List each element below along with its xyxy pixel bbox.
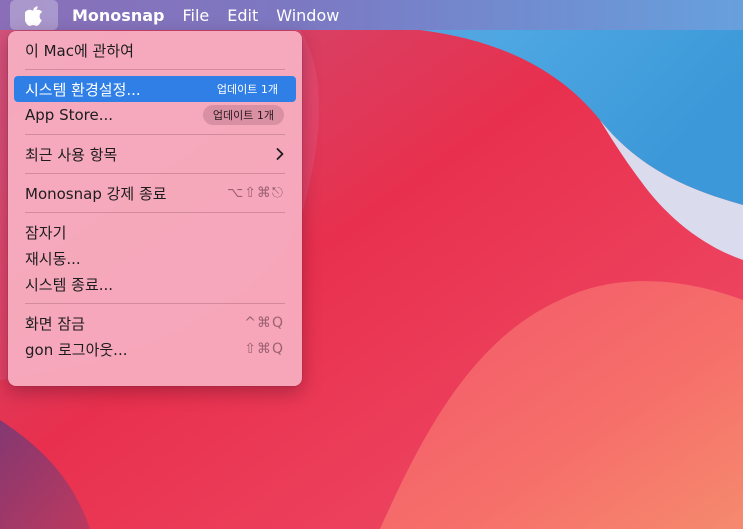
menu-item-about-this-mac[interactable]: 이 Mac에 관하여: [14, 37, 296, 63]
menu-item-system-preferences[interactable]: 시스템 환경설정... 업데이트 1개: [14, 76, 296, 102]
menu-item-label: 이 Mac에 관하여: [25, 41, 134, 60]
menu-item-label: 최근 사용 항목: [25, 145, 118, 164]
menu-item-label: 화면 잠금: [25, 314, 85, 333]
menu-bar: Monosnap File Edit Window: [0, 0, 743, 30]
menu-item-app-store[interactable]: App Store... 업데이트 1개: [14, 102, 296, 128]
keyboard-shortcut: ^⌘Q: [244, 315, 284, 331]
menu-item-label: App Store...: [25, 106, 114, 124]
menu-item-label: 시스템 환경설정...: [25, 80, 141, 99]
menubar-file[interactable]: File: [182, 6, 209, 25]
keyboard-shortcut: ⌥⇧⌘⎋: [227, 185, 284, 201]
apple-menu-button[interactable]: [10, 0, 58, 30]
menu-item-label: gon 로그아웃...: [25, 340, 128, 359]
menu-separator: [25, 69, 285, 70]
chevron-right-icon: [276, 148, 284, 160]
menu-separator: [25, 173, 285, 174]
menu-item-sleep[interactable]: 잠자기: [14, 219, 296, 245]
menu-item-restart[interactable]: 재시동...: [14, 245, 296, 271]
menu-item-force-quit[interactable]: Monosnap 강제 종료 ⌥⇧⌘⎋: [14, 180, 296, 206]
menu-separator: [25, 134, 285, 135]
menu-item-lock-screen[interactable]: 화면 잠금 ^⌘Q: [14, 310, 296, 336]
menubar-edit[interactable]: Edit: [227, 6, 258, 25]
menubar-window[interactable]: Window: [276, 6, 339, 25]
menu-item-label: 시스템 종료...: [25, 275, 114, 294]
keyboard-shortcut: ⇧⌘Q: [244, 341, 284, 357]
desktop: Monosnap File Edit Window 이 Mac에 관하여 시스템…: [0, 0, 743, 529]
update-badge: 업데이트 1개: [202, 105, 284, 125]
menu-separator: [25, 212, 285, 213]
apple-logo-icon: [25, 5, 43, 26]
menu-item-label: 재시동...: [25, 249, 81, 268]
menu-item-label: 잠자기: [25, 223, 67, 242]
menubar-app-name[interactable]: Monosnap: [72, 6, 164, 25]
menu-item-label: Monosnap 강제 종료: [25, 184, 167, 203]
menu-item-shut-down[interactable]: 시스템 종료...: [14, 271, 296, 297]
menu-item-log-out[interactable]: gon 로그아웃... ⇧⌘Q: [14, 336, 296, 362]
update-badge: 업데이트 1개: [216, 83, 278, 96]
apple-menu: 이 Mac에 관하여 시스템 환경설정... 업데이트 1개 App Store…: [8, 31, 302, 386]
menu-separator: [25, 303, 285, 304]
menu-item-recent-items[interactable]: 최근 사용 항목: [14, 141, 296, 167]
